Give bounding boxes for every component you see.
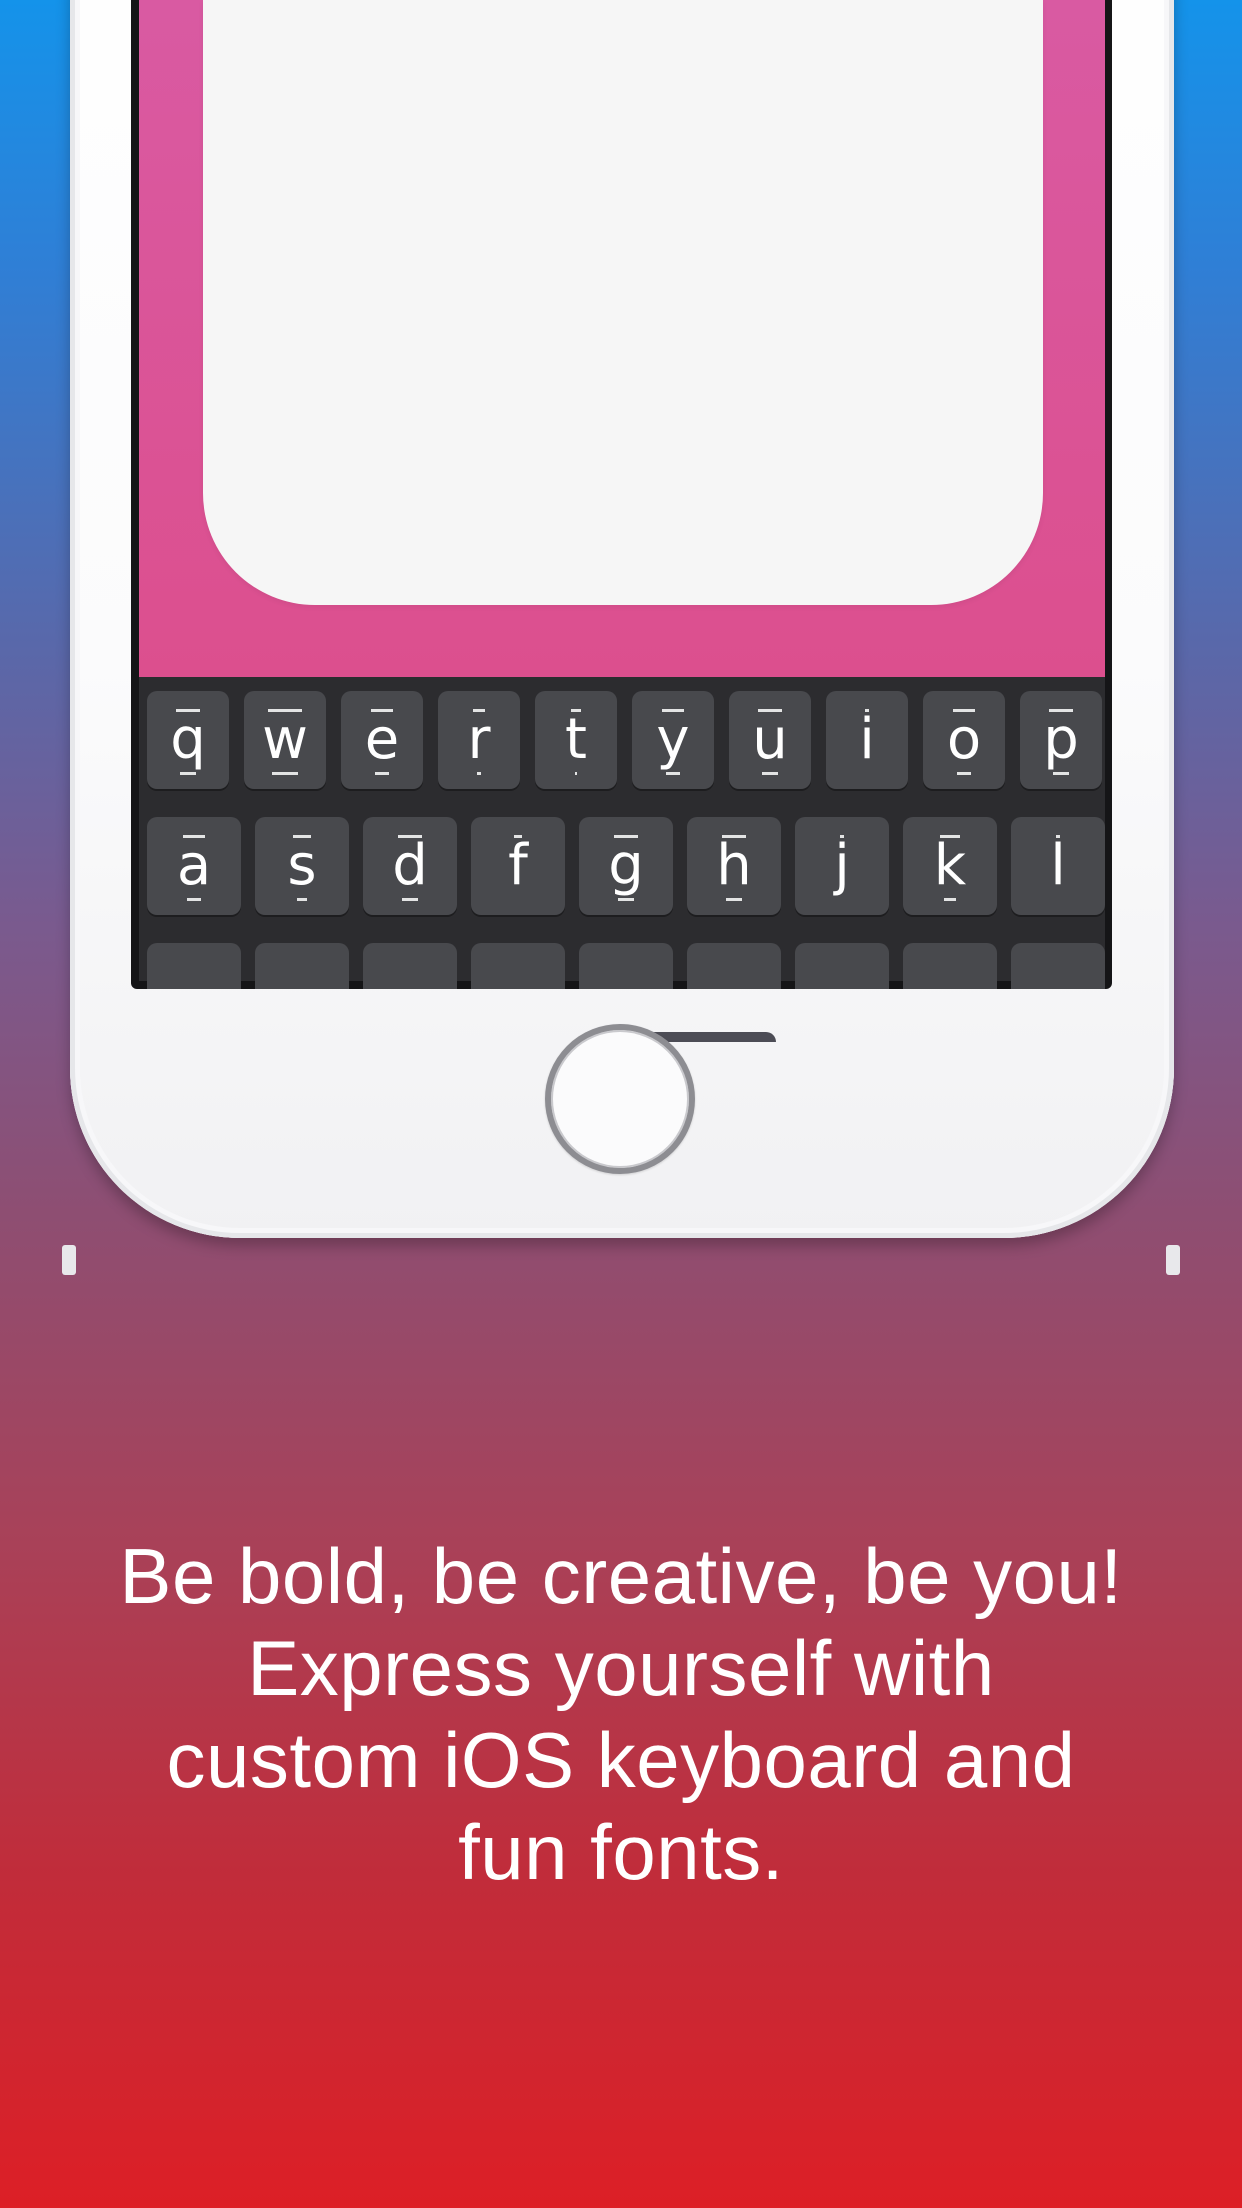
key-p[interactable]: p [1020,691,1102,789]
key-a[interactable]: a [147,817,241,915]
key-t[interactable]: t [535,691,617,789]
key-label: p [1043,691,1079,789]
key-label: h [716,817,752,915]
key-label: l [1050,817,1066,915]
key-k[interactable]: k [903,817,997,915]
key-label: i [859,691,875,789]
tagline-line-3: custom iOS keyboard and [166,1716,1076,1804]
phone-side-button-right [1166,1245,1180,1275]
promo-tagline: Be bold, be creative, be you! Express yo… [90,1530,1152,1898]
key-b[interactable] [687,943,781,989]
key-d[interactable]: d [363,817,457,915]
home-button[interactable] [545,1024,695,1174]
key-l[interactable]: l [1011,817,1105,915]
key-label: w [262,691,308,789]
text-input-area[interactable] [203,0,1043,605]
key-s[interactable]: s [255,817,349,915]
key-x[interactable] [363,943,457,989]
key-f[interactable]: f [471,817,565,915]
key-m[interactable] [903,943,997,989]
key-h[interactable]: h [687,817,781,915]
key-label: u [752,691,788,789]
key-label: a [177,817,211,915]
key-label: q [170,691,206,789]
tagline-line-2: Express yourself with [247,1624,995,1712]
tagline-line-1: Be bold, be creative, be you! [119,1532,1123,1620]
key-y[interactable]: y [632,691,714,789]
key-i[interactable]: i [826,691,908,789]
key-c[interactable] [471,943,565,989]
key-shift[interactable] [147,943,241,989]
key-label: o [947,691,981,789]
key-delete[interactable] [1011,943,1105,989]
key-r[interactable]: r [438,691,520,789]
key-j[interactable]: j [795,817,889,915]
key-v[interactable] [579,943,673,989]
key-label: k [934,817,966,915]
phone-side-button-left [62,1245,76,1275]
key-label: f [508,817,528,915]
key-label: r [467,691,491,789]
custom-keyboard: q w e r t y u i o p a s d f g h j k l [139,677,1105,989]
key-g[interactable]: g [579,817,673,915]
key-q[interactable]: q [147,691,229,789]
key-label: e [365,691,399,789]
tagline-line-4: fun fonts. [458,1808,784,1896]
key-label: j [834,817,850,915]
phone-screen: q w e r t y u i o p a s d f g h j k l [131,0,1112,989]
key-label: d [392,817,428,915]
key-w[interactable]: w [244,691,326,789]
key-label: t [565,691,587,789]
key-u[interactable]: u [729,691,811,789]
key-o[interactable]: o [923,691,1005,789]
key-z[interactable] [255,943,349,989]
app-background [139,0,1105,677]
key-label: s [287,817,317,915]
key-e[interactable]: e [341,691,423,789]
key-label: y [656,691,690,789]
key-label: g [608,817,644,915]
key-n[interactable] [795,943,889,989]
